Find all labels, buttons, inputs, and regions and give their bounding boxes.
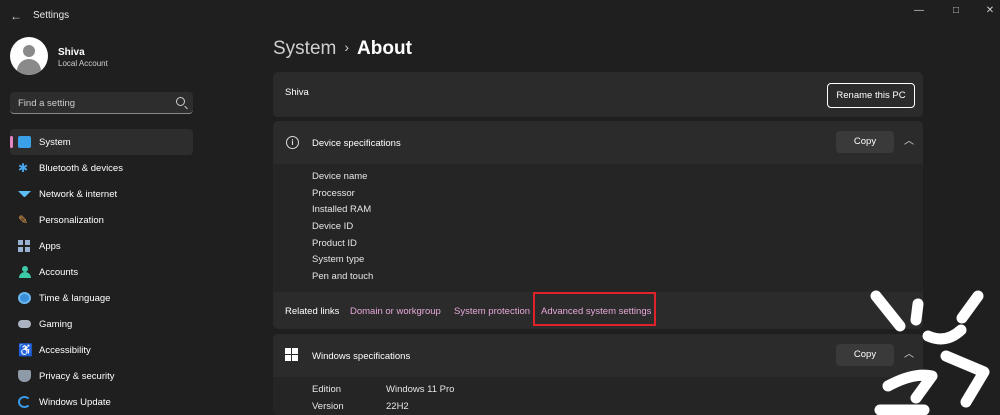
pc-name: Shiva — [285, 87, 309, 98]
info-icon: i — [286, 136, 299, 149]
spec-processor: Processor — [312, 187, 355, 199]
sidebar-item-label: Windows Update — [39, 397, 111, 408]
spec-product-id: Product ID — [312, 237, 357, 249]
sidebar-item-label: Accessibility — [39, 345, 91, 356]
advanced-system-settings-link[interactable]: Advanced system settings — [541, 306, 651, 317]
search-icon[interactable] — [176, 97, 185, 106]
globe-clock-icon — [18, 292, 31, 304]
sidebar-item-label: Gaming — [39, 319, 73, 330]
system-protection-link[interactable]: System protection — [454, 306, 530, 317]
close-icon[interactable]: ✕ — [974, 4, 1000, 18]
title-bar: ← Settings — □ ✕ — [0, 0, 1000, 32]
chevron-up-icon[interactable]: ︿ — [904, 137, 914, 147]
sidebar-item-gaming[interactable]: Gaming — [10, 311, 193, 337]
sidebar-item-personalization[interactable]: ✎ Personalization — [10, 207, 193, 233]
sidebar-item-accounts[interactable]: Accounts — [10, 259, 193, 285]
rename-pc-button[interactable]: Rename this PC — [827, 83, 915, 108]
related-links-bar: Related links Domain or workgroup System… — [273, 292, 923, 329]
breadcrumb-system[interactable]: System — [273, 38, 336, 59]
sidebar-item-label: Bluetooth & devices — [39, 163, 123, 174]
copy-device-specs-button[interactable]: Copy — [836, 131, 894, 153]
sidebar-item-time-language[interactable]: Time & language — [10, 285, 193, 311]
account-type: Local Account — [58, 59, 108, 68]
sidebar-item-privacy-security[interactable]: Privacy & security — [10, 363, 193, 389]
sidebar-item-bluetooth[interactable]: ✱ Bluetooth & devices — [10, 155, 193, 181]
windows-specifications-title: Windows specifications — [312, 351, 411, 362]
spec-device-name: Device name — [312, 171, 368, 182]
accessibility-icon: ♿ — [18, 343, 33, 357]
spec-installed-ram: Installed RAM — [312, 204, 372, 216]
sidebar-item-accessibility[interactable]: ♿ Accessibility — [10, 337, 193, 363]
sidebar-item-network[interactable]: Network & internet — [10, 181, 193, 207]
spec-label: Edition — [312, 384, 342, 395]
back-arrow-icon[interactable]: ← — [8, 8, 24, 24]
sidebar-item-label: Apps — [39, 241, 61, 252]
device-spec-list: Device name Processor Installed RAM Devi… — [312, 171, 373, 288]
wifi-icon — [18, 191, 31, 197]
domain-workgroup-link[interactable]: Domain or workgroup — [350, 306, 441, 317]
minimize-icon[interactable]: — — [903, 4, 935, 18]
pc-name-card: Shiva Rename this PC — [273, 72, 923, 117]
device-specifications-title: Device specifications — [312, 138, 401, 149]
apps-icon — [18, 240, 31, 252]
spec-value: Windows 11 Pro — [386, 384, 455, 395]
monitor-icon — [18, 136, 31, 148]
person-icon — [18, 266, 31, 278]
refresh-icon — [18, 396, 31, 408]
related-links-label: Related links — [285, 306, 340, 317]
sidebar-item-label: System — [39, 137, 71, 148]
sidebar-item-apps[interactable]: Apps — [10, 233, 193, 259]
sidebar-item-label: Privacy & security — [39, 371, 115, 382]
user-profile[interactable]: Shiva Local Account — [10, 37, 250, 77]
spec-device-id: Device ID — [312, 221, 354, 233]
device-specifications-header[interactable]: i Device specifications Copy ︿ — [273, 121, 923, 164]
sidebar-item-label: Time & language — [39, 293, 111, 304]
spec-version: Version 22H2 — [312, 401, 409, 415]
sidebar-item-label: Accounts — [39, 267, 79, 278]
user-name: Shiva — [58, 47, 85, 58]
sidebar-item-system[interactable]: System — [10, 129, 193, 155]
device-specifications-card: i Device specifications Copy ︿ Device na… — [273, 121, 923, 329]
watermark-logo — [870, 290, 990, 415]
spec-pen-touch: Pen and touch — [312, 271, 374, 283]
gamepad-icon — [18, 320, 31, 328]
page-title: About — [357, 38, 412, 59]
shield-icon — [18, 370, 31, 382]
windows-specifications-card: Windows specifications Copy ︿ Edition Wi… — [273, 334, 923, 415]
spec-edition: Edition Windows 11 Pro — [312, 384, 454, 401]
maximize-icon[interactable]: □ — [940, 4, 972, 18]
avatar-body — [17, 59, 41, 75]
spec-value: 22H2 — [386, 401, 409, 412]
brush-icon: ✎ — [18, 213, 29, 227]
sidebar-nav: System ✱ Bluetooth & devices Network & i… — [10, 129, 193, 415]
avatar — [10, 37, 48, 75]
spec-label: Version — [312, 401, 344, 412]
windows-specifications-header[interactable]: Windows specifications Copy ︿ — [273, 334, 923, 377]
search-placeholder: Find a setting — [18, 98, 76, 109]
sidebar-item-label: Network & internet — [39, 189, 118, 200]
windows-logo-icon — [285, 348, 298, 361]
bluetooth-icon: ✱ — [18, 161, 29, 175]
sidebar-item-label: Personalization — [39, 215, 104, 226]
sidebar-item-windows-update[interactable]: Windows Update — [10, 389, 193, 415]
search-input[interactable]: Find a setting — [10, 92, 193, 114]
breadcrumb-separator: › — [344, 39, 350, 55]
app-title: Settings — [33, 10, 70, 21]
avatar-head — [23, 45, 35, 57]
windows-spec-list: Edition Windows 11 Pro Version 22H2 — [312, 384, 454, 415]
spec-system-type: System type — [312, 254, 365, 266]
breadcrumb: System › About — [273, 38, 412, 60]
